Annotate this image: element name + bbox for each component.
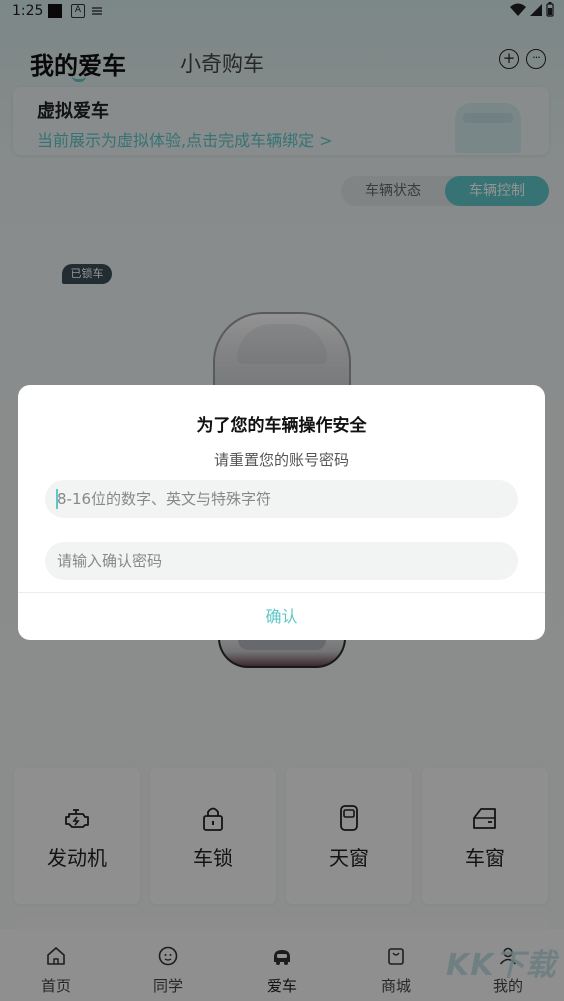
text-caret [56, 489, 58, 509]
dialog-subtitle: 请重置您的账号密码 [213, 451, 349, 469]
confirm-button[interactable]: 确认 [18, 593, 545, 640]
app-screen: 1:25 A 我的爱车 小奇购车 + ··· 虚拟爱车 当前展示为虚拟体验,点击… [0, 0, 564, 1001]
confirm-password-field[interactable] [45, 542, 518, 580]
reset-password-dialog: 为了您的车辆操作安全 请重置您的账号密码 确认 [18, 385, 545, 640]
new-password-field[interactable] [45, 480, 518, 518]
dialog-title: 为了您的车辆操作安全 [196, 416, 367, 436]
